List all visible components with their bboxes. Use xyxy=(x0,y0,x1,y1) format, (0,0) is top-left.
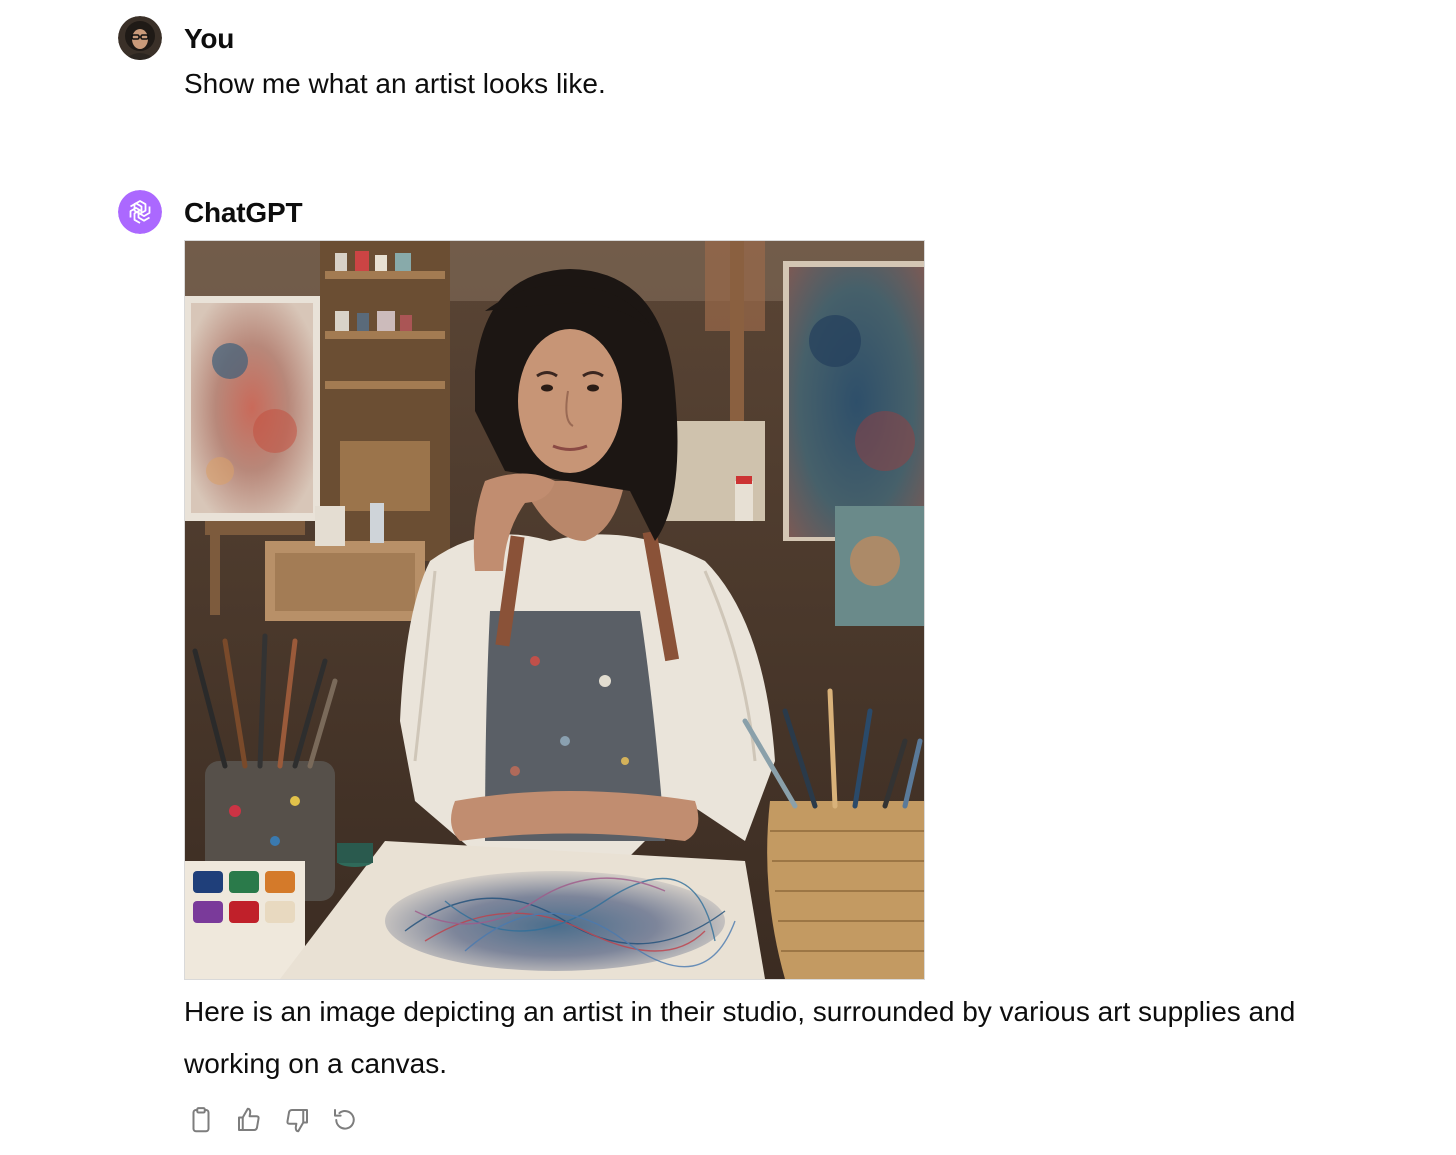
regenerate-icon xyxy=(334,1109,355,1130)
thumbs-up-icon xyxy=(238,1107,260,1131)
assistant-author-name: ChatGPT xyxy=(184,197,303,228)
artist-studio-illustration xyxy=(185,241,924,979)
openai-logo-icon xyxy=(118,190,162,234)
paint-palette xyxy=(185,861,305,979)
copy-button[interactable] xyxy=(184,1102,218,1138)
thumbs-up-button[interactable] xyxy=(232,1102,266,1138)
user-author-name: You xyxy=(184,23,235,54)
chatgpt-avatar xyxy=(118,190,162,234)
regenerate-button[interactable] xyxy=(328,1102,362,1138)
thumbs-down-icon xyxy=(286,1109,308,1133)
copy-icon xyxy=(192,1107,210,1133)
generated-artist-image[interactable] xyxy=(184,240,925,980)
assistant-message-text: Here is an image depicting an artist in … xyxy=(184,996,1296,1079)
message-actions xyxy=(184,1102,362,1138)
user-avatar xyxy=(118,16,162,60)
thumbs-down-button[interactable] xyxy=(280,1102,314,1138)
user-message-text: Show me what an artist looks like. xyxy=(184,68,606,99)
